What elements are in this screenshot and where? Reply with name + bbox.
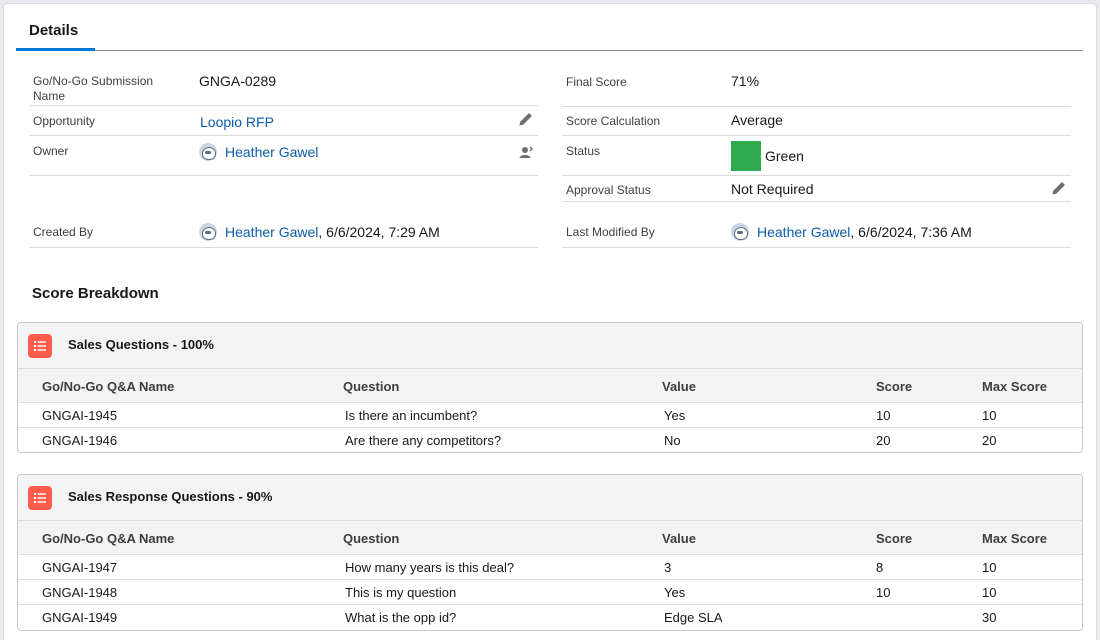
- tab-bar: Details: [16, 16, 1083, 51]
- cell-max-score: 20: [982, 433, 997, 448]
- column-header-score[interactable]: Score: [876, 531, 912, 546]
- field-last-modified-by: Last Modified By Heather Gawel , 6/6/202…: [562, 216, 1071, 248]
- cell-question: Are there any competitors?: [345, 433, 502, 448]
- field-label: Opportunity: [33, 114, 96, 128]
- column-header-name[interactable]: Go/No-Go Q&A Name: [42, 531, 174, 546]
- column-header-value[interactable]: Value: [662, 531, 696, 546]
- column-header-question[interactable]: Question: [343, 379, 399, 394]
- cell-name: GNGAI-1947: [42, 560, 118, 575]
- field-score-calculation: Score Calculation Average: [562, 106, 1071, 136]
- cell-max-score: 30: [982, 610, 997, 625]
- pencil-icon[interactable]: [518, 111, 534, 127]
- field-value: GNGA-0289: [199, 73, 277, 89]
- cell-question: Is there an incumbent?: [345, 408, 478, 423]
- opportunity-link[interactable]: Loopio RFP: [200, 114, 274, 130]
- table-row: GNGAI-1949 What is the opp id? Edge SLA …: [18, 605, 1082, 630]
- user-avatar-icon: [199, 223, 217, 241]
- cell-max-score: 10: [982, 408, 997, 423]
- field-final-score: Final Score 71%: [562, 66, 1071, 107]
- field-status: Status Green: [562, 136, 1071, 176]
- table-row: GNGAI-1947 How many years is this deal? …: [18, 555, 1082, 580]
- column-header-question[interactable]: Question: [343, 531, 399, 546]
- last-modified-by-link[interactable]: Heather Gawel: [757, 224, 850, 240]
- pencil-icon[interactable]: [1051, 180, 1067, 196]
- cell-question: How many years is this deal?: [345, 560, 515, 575]
- cell-score: 10: [876, 408, 891, 423]
- table-header: Go/No-Go Q&A Name Question Value Score M…: [18, 521, 1082, 555]
- column-header-value[interactable]: Value: [662, 379, 696, 394]
- cell-score: 10: [876, 585, 891, 600]
- column-header-score[interactable]: Score: [876, 379, 912, 394]
- field-label: Created By: [33, 225, 94, 239]
- cell-max-score: 10: [982, 585, 997, 600]
- related-list-header: Sales Questions - 100%: [18, 323, 1082, 369]
- related-list-header: Sales Response Questions - 90%: [18, 475, 1082, 521]
- field-opportunity: Opportunity Loopio RFP: [29, 106, 538, 136]
- status-value: Green: [765, 148, 804, 164]
- cell-name: GNGAI-1946: [42, 433, 118, 448]
- list-icon: [28, 334, 52, 358]
- cell-question: This is my question: [345, 585, 457, 600]
- related-list-sales-questions: Sales Questions - 100% Go/No-Go Q&A Name…: [17, 322, 1083, 453]
- related-list-title[interactable]: Sales Response Questions - 90%: [68, 489, 272, 504]
- cell-value: Yes: [664, 408, 686, 423]
- field-label: Final Score: [566, 75, 627, 89]
- tab-details[interactable]: Details: [16, 16, 95, 51]
- field-created-by: Created By Heather Gawel , 6/6/2024, 7:2…: [29, 216, 538, 248]
- column-header-max-score[interactable]: Max Score: [982, 379, 1047, 394]
- list-icon: [28, 486, 52, 510]
- cell-name: GNGAI-1948: [42, 585, 118, 600]
- field-label: Approval Status: [566, 183, 651, 197]
- field-submission-name: Go/No-Go Submission Name GNGA-0289: [29, 66, 538, 106]
- user-avatar-icon: [199, 143, 217, 161]
- field-label: Owner: [33, 144, 69, 158]
- field-owner: Owner Heather Gawel: [29, 136, 538, 176]
- table-header: Go/No-Go Q&A Name Question Value Score M…: [18, 369, 1082, 403]
- field-label: Last Modified By: [566, 225, 655, 239]
- table-row: GNGAI-1946 Are there any competitors? No…: [18, 428, 1082, 452]
- cell-question: What is the opp id?: [345, 610, 457, 625]
- cell-value: 3: [664, 560, 672, 575]
- field-approval-status: Approval Status Not Required: [562, 176, 1071, 202]
- field-label: Go/No-Go Submission Name: [33, 74, 154, 103]
- cell-score: 20: [876, 433, 891, 448]
- field-value: Not Required: [731, 181, 814, 197]
- cell-name: GNGAI-1945: [42, 408, 118, 423]
- cell-score: 8: [876, 560, 884, 575]
- change-owner-icon[interactable]: [518, 144, 534, 160]
- last-modified-date: , 6/6/2024, 7:36 AM: [850, 224, 972, 240]
- cell-max-score: 10: [982, 560, 997, 575]
- created-by-link[interactable]: Heather Gawel: [225, 224, 318, 240]
- status-color-swatch: [731, 141, 761, 171]
- related-list-sales-response-questions: Sales Response Questions - 90% Go/No-Go …: [17, 474, 1083, 631]
- column-header-name[interactable]: Go/No-Go Q&A Name: [42, 379, 174, 394]
- table-row: GNGAI-1945 Is there an incumbent? Yes 10…: [18, 403, 1082, 428]
- user-avatar-icon: [731, 223, 749, 241]
- field-label: Score Calculation: [566, 114, 661, 128]
- owner-link[interactable]: Heather Gawel: [225, 144, 318, 160]
- table-row: GNGAI-1948 This is my question Yes 10 10: [18, 580, 1082, 605]
- cell-value: No: [664, 433, 681, 448]
- created-date: , 6/6/2024, 7:29 AM: [318, 224, 440, 240]
- cell-value: Yes: [664, 585, 686, 600]
- field-value: 71%: [731, 73, 760, 89]
- related-list-title[interactable]: Sales Questions - 100%: [68, 337, 214, 352]
- cell-value: Edge SLA: [664, 610, 723, 625]
- field-label: Status: [566, 144, 601, 158]
- cell-name: GNGAI-1949: [42, 610, 118, 625]
- score-breakdown-title: Score Breakdown: [32, 285, 159, 302]
- field-value: Average: [731, 112, 783, 128]
- column-header-max-score[interactable]: Max Score: [982, 531, 1047, 546]
